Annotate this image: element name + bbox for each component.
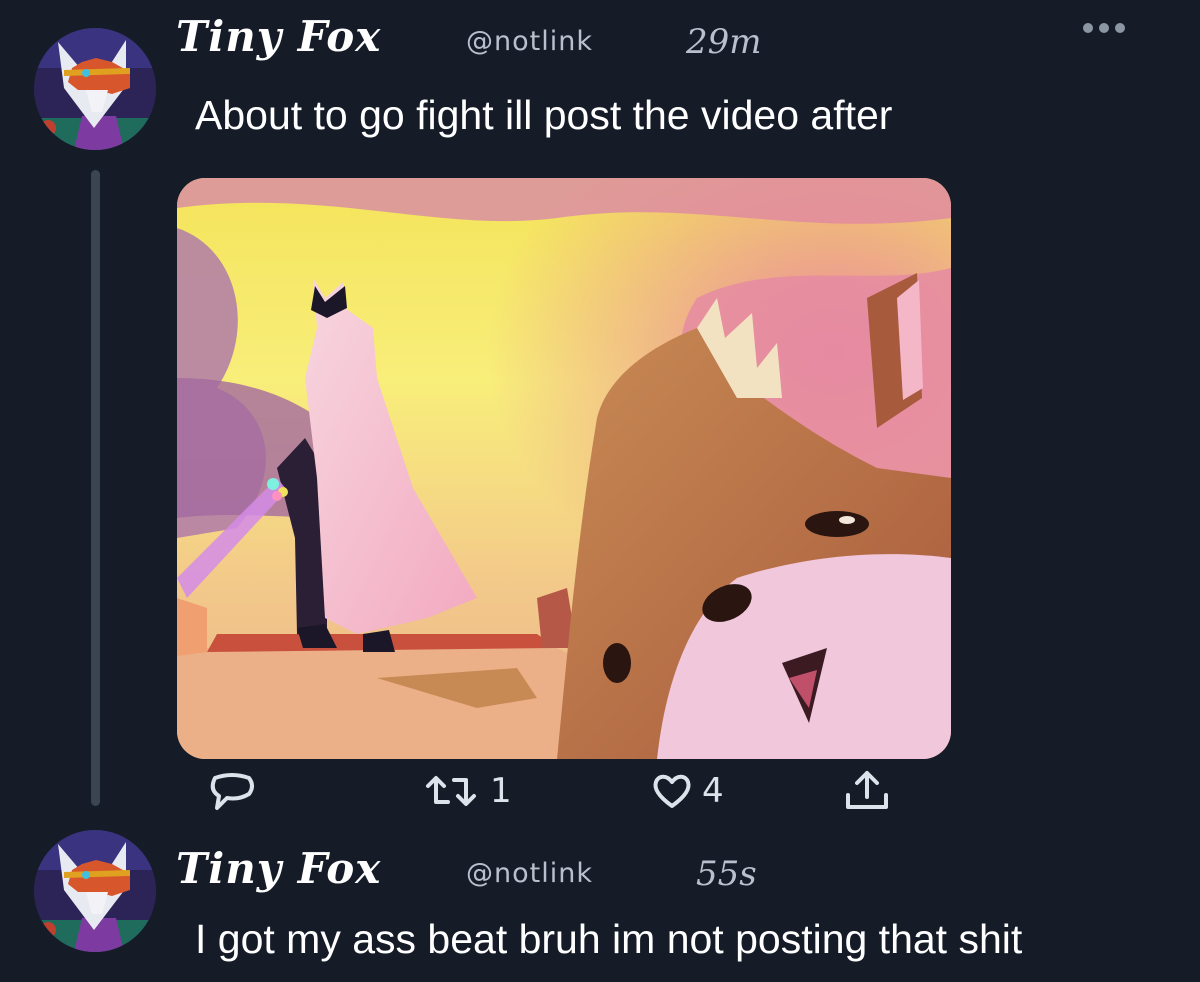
more-options-button[interactable]	[1080, 16, 1132, 40]
timestamp[interactable]: 29m	[686, 22, 762, 62]
handle[interactable]: @notlink	[466, 858, 593, 889]
tweet[interactable]: Tiny Fox @notlink 55s I got my ass beat …	[0, 820, 1200, 982]
fox-avatar-image	[34, 830, 156, 952]
timestamp[interactable]: 55s	[696, 854, 757, 894]
tweet-text: About to go fight ill post the video aft…	[195, 92, 893, 138]
retweet-icon	[426, 776, 476, 806]
share-icon	[846, 771, 888, 809]
display-name[interactable]: Tiny Fox	[176, 844, 381, 893]
handle[interactable]: @notlink	[466, 26, 593, 57]
avatar[interactable]	[34, 28, 156, 150]
retweet-count: 1	[490, 771, 512, 811]
reply-button[interactable]	[205, 766, 267, 816]
reply-icon	[210, 773, 254, 810]
fox-illustration	[177, 178, 951, 759]
heart-icon	[653, 774, 691, 808]
share-button[interactable]	[842, 766, 892, 816]
like-button[interactable]: 4	[650, 766, 724, 816]
display-name[interactable]: Tiny Fox	[176, 12, 381, 61]
tweet-text: I got my ass beat bruh im not posting th…	[195, 916, 1023, 962]
tweet-media-image[interactable]	[177, 178, 951, 759]
fox-avatar-image	[34, 28, 156, 150]
retweet-button[interactable]: 1	[420, 766, 512, 816]
avatar[interactable]	[34, 830, 156, 952]
tweet-actions: 1 4	[0, 766, 1200, 816]
like-count: 4	[702, 771, 724, 811]
tweet[interactable]: Tiny Fox @notlink 29m About to go fight …	[0, 0, 1200, 820]
more-options-icon	[1083, 23, 1093, 33]
thread-line	[91, 170, 100, 806]
